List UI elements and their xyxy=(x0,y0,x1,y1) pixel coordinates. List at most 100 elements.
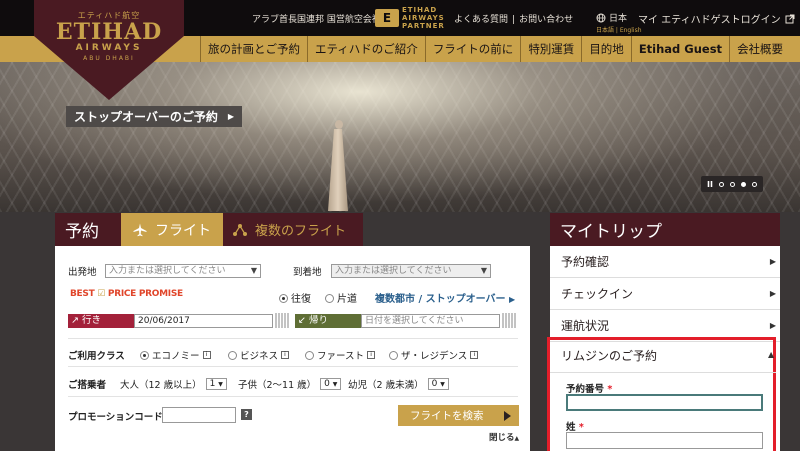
current-language: 日本 xyxy=(609,14,628,24)
oneway-label: 片道 xyxy=(337,294,357,305)
partner-line: AIRWAYS xyxy=(402,14,445,22)
info-icon[interactable]: i xyxy=(367,351,376,359)
main-nav: 旅の計画とご予約 エティハドのご紹介 フライトの前に 特別運賃 目的地 Etih… xyxy=(200,36,790,62)
nav-plan-book[interactable]: 旅の計画とご予約 xyxy=(200,36,307,62)
nav-destinations[interactable]: 目的地 xyxy=(581,36,631,62)
info-icon[interactable]: i xyxy=(281,351,290,359)
carousel-dot[interactable] xyxy=(718,181,724,187)
arrow-up-right-icon: ↗ xyxy=(71,315,79,326)
language-selector[interactable]: 日本 xyxy=(596,11,627,24)
tab-flight[interactable]: フライト xyxy=(121,213,223,252)
infants-value: 0 xyxy=(431,379,438,389)
destination-select[interactable]: 入力または選択してください ▼ xyxy=(331,264,491,278)
return-date-input[interactable]: 日付を選択してください xyxy=(361,314,500,328)
info-icon[interactable]: i xyxy=(470,351,479,359)
depart-date-input[interactable]: 20/06/2017 xyxy=(134,314,273,328)
trip-item-check-in[interactable]: チェックイン ▶ xyxy=(550,278,780,310)
best-price-promise-logo[interactable]: BEST ☑ PRICE PROMISE xyxy=(70,289,183,299)
partner-logo[interactable]: E ETIHAD AIRWAYS PARTNER xyxy=(375,6,445,30)
divider xyxy=(550,372,776,373)
booking-panel: 出発地 入力または選択してください ▼ 到着地 入力または選択してください ▼ … xyxy=(55,246,530,451)
class-business-label: ビジネス xyxy=(240,351,279,362)
close-link[interactable]: 閉じる▲ xyxy=(489,431,519,443)
guest-login-link[interactable]: マイ エティハドゲストログイン xyxy=(638,11,795,26)
adults-select[interactable]: 1 ▼ xyxy=(205,378,227,390)
search-flights-button[interactable]: フライトを検索 xyxy=(398,405,519,426)
carousel-dot[interactable] xyxy=(751,181,757,187)
pause-icon[interactable]: II xyxy=(707,180,713,189)
partner-line: PARTNER xyxy=(402,22,445,30)
play-arrow-icon xyxy=(504,410,511,421)
partner-line: ETIHAD xyxy=(402,6,438,14)
booking-title: 予約 xyxy=(55,213,121,246)
chevron-up-icon[interactable]: ▲ xyxy=(768,350,774,359)
calendar-icon[interactable] xyxy=(275,313,289,328)
chevron-down-icon: ▼ xyxy=(218,381,223,388)
trip-item-label: 運航状況 xyxy=(561,319,610,333)
contact-link[interactable]: お問い合わせ xyxy=(519,15,573,25)
radio-checked-icon xyxy=(140,350,149,360)
adults-group: 大人（12 歳以上） 1 ▼ xyxy=(120,377,227,391)
tab-multi-label: 複数のフライト xyxy=(255,224,347,239)
logo-city: ABU DHABI xyxy=(83,55,135,62)
info-icon[interactable]: i xyxy=(202,351,211,359)
help-icon[interactable]: ? xyxy=(241,409,252,420)
origin-placeholder: 入力または選択してください xyxy=(109,266,226,276)
nav-special-fares[interactable]: 特別運賃 xyxy=(520,36,581,62)
infants-group: 幼児（2 歳未満） 0 ▼ xyxy=(348,377,449,391)
carousel-dot-active[interactable] xyxy=(740,181,746,187)
roundtrip-radio[interactable]: 往復 xyxy=(279,290,311,305)
children-group: 子供（2〜11 歳） 0 ▼ xyxy=(238,377,342,391)
promo-code-input[interactable] xyxy=(162,407,236,423)
booking-tabs: 予約 フライト 複数のフライト xyxy=(55,213,363,252)
trip-item-manage-booking[interactable]: 予約確認 ▶ xyxy=(550,246,780,278)
nav-about-etihad[interactable]: エティハドのご紹介 xyxy=(307,36,425,62)
class-business-radio[interactable]: ビジネス i xyxy=(228,348,290,362)
chevron-right-icon: ▶ xyxy=(769,289,776,298)
return-label: 帰り xyxy=(309,315,329,326)
carousel-dot[interactable] xyxy=(729,181,735,187)
trip-type-radios: 往復 片道 xyxy=(279,290,357,305)
play-arrow-icon: ▶ xyxy=(227,112,235,121)
login-label: マイ エティハドゲストログイン xyxy=(638,15,781,26)
plane-icon xyxy=(133,223,147,236)
oneway-radio[interactable]: 片道 xyxy=(325,290,357,305)
infants-select[interactable]: 0 ▼ xyxy=(427,378,449,390)
chevron-down-icon: ▼ xyxy=(480,266,487,275)
hero-figure xyxy=(328,120,350,212)
class-economy-label: エコノミー xyxy=(152,351,200,362)
my-trip-title: マイトリップ xyxy=(550,213,780,246)
chevron-right-icon: ▶ xyxy=(509,295,516,304)
language-options[interactable]: 日本語 | English xyxy=(596,25,642,34)
promo-code-label: プロモーションコード xyxy=(68,412,163,423)
bpp-suffix: PRICE PROMISE xyxy=(107,289,183,299)
class-residence-radio[interactable]: ザ・レジデンス i xyxy=(389,348,479,362)
tab-multi-flight[interactable]: 複数のフライト xyxy=(223,213,363,246)
etihad-logo[interactable]: エティハド航空 ETIHAD AIRWAYS ABU DHABI xyxy=(34,0,184,62)
radio-icon xyxy=(305,350,314,360)
class-economy-radio[interactable]: エコノミー i xyxy=(140,348,211,362)
nav-company[interactable]: 会社概要 xyxy=(729,36,790,62)
faq-link[interactable]: よくある質問 xyxy=(454,15,508,25)
multi-city-stopover-link[interactable]: 複数都市 / ストップオーバー ▶ xyxy=(375,290,515,305)
booking-ref-input[interactable] xyxy=(566,394,763,411)
origin-select[interactable]: 入力または選択してください ▼ xyxy=(105,264,261,278)
multi-route-icon xyxy=(233,223,247,236)
chevron-up-icon: ▲ xyxy=(514,435,520,442)
nav-etihad-guest[interactable]: Etihad Guest xyxy=(630,36,729,62)
surname-input[interactable] xyxy=(566,432,763,449)
trip-item-label: 予約確認 xyxy=(561,255,610,269)
calendar-icon[interactable] xyxy=(502,313,516,328)
class-residence-label: ザ・レジデンス xyxy=(401,351,468,362)
tab-flight-label: フライト xyxy=(155,222,211,239)
passengers-label: ご搭乗者 xyxy=(68,380,107,391)
class-first-radio[interactable]: ファースト i xyxy=(305,348,376,362)
radio-icon xyxy=(389,350,398,360)
stopover-banner-link[interactable]: ストップオーバーのご予約 ▶ xyxy=(66,106,243,127)
children-select[interactable]: 0 ▼ xyxy=(320,378,342,390)
external-link-icon xyxy=(785,14,795,23)
limousine-booking-toggle[interactable]: リムジンのご予約 xyxy=(561,347,657,364)
divider xyxy=(68,338,518,339)
roundtrip-label: 往復 xyxy=(291,294,311,305)
nav-before-flight[interactable]: フライトの前に xyxy=(424,36,521,62)
